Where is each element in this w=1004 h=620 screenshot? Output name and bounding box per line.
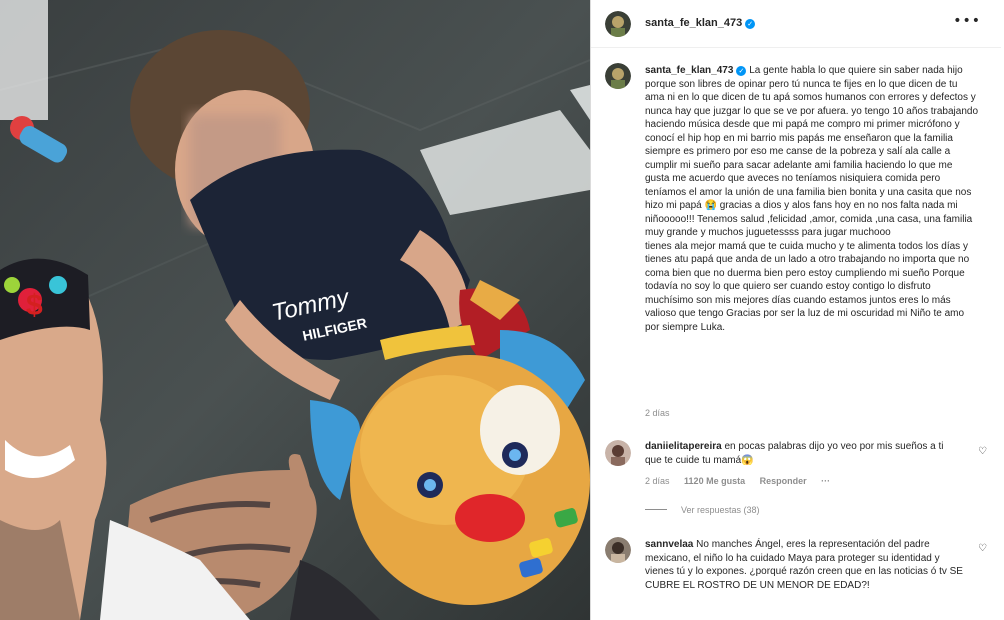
reply-button[interactable]: Responder (760, 476, 807, 486)
more-options-icon[interactable]: ••• (953, 13, 981, 29)
author-username-text[interactable]: santa_fe_klan_473 (645, 17, 742, 29)
comment-item: sannvelaa No manches Ángel, eres la repr… (645, 538, 965, 592)
post-caption: santa_fe_klan_473 ✓ La gente habla lo que… (645, 64, 979, 334)
view-replies-button[interactable]: Ver respuestas (38) (645, 505, 760, 515)
replies-divider (645, 509, 667, 510)
comment-meta: 2 días 1120 Me gusta Responder ··· (645, 476, 842, 486)
post-sidebar: santa_fe_klan_473 ✓ ••• santa_fe_klan_473… (590, 0, 1001, 620)
heart-outline-icon[interactable]: ♡ (978, 446, 987, 457)
photo-illustration: $ Tommy HILFIGER (0, 0, 590, 620)
comment-text: No manches Ángel, eres la representación… (645, 539, 963, 591)
comment-timestamp[interactable]: 2 días (645, 476, 670, 486)
comment-more-button[interactable]: ··· (821, 476, 830, 486)
author-username[interactable]: santa_fe_klan_473 ✓ (645, 17, 756, 29)
caption-avatar[interactable] (605, 63, 631, 89)
cap-logo: $ (26, 289, 43, 322)
caption-text: La gente habla lo que quiere sin saber n… (645, 65, 979, 333)
comment-username[interactable]: sannvelaa (645, 539, 693, 550)
post-photo[interactable]: $ Tommy HILFIGER (0, 0, 590, 620)
post-header: santa_fe_klan_473 ✓ ••• (591, 0, 1001, 48)
author-avatar[interactable] (605, 11, 631, 37)
caption-username[interactable]: santa_fe_klan_473 (645, 65, 733, 76)
post-frame: $ Tommy HILFIGER santa_fe_klan_473 ✓ •••… (0, 0, 1004, 620)
caption-timestamp[interactable]: 2 días (645, 408, 670, 418)
comment-likes[interactable]: 1120 Me gusta (684, 476, 745, 486)
comment-username[interactable]: daniielitapereira (645, 441, 722, 452)
verified-badge-icon: ✓ (745, 19, 756, 29)
comment-avatar[interactable] (605, 537, 631, 563)
comment-item: daniielitapereira en pocas palabras dijo… (645, 440, 955, 467)
verified-badge-icon: ✓ (736, 66, 747, 76)
view-replies-label[interactable]: Ver respuestas (38) (681, 505, 760, 515)
heart-outline-icon[interactable]: ♡ (978, 543, 987, 554)
comment-avatar[interactable] (605, 440, 631, 466)
